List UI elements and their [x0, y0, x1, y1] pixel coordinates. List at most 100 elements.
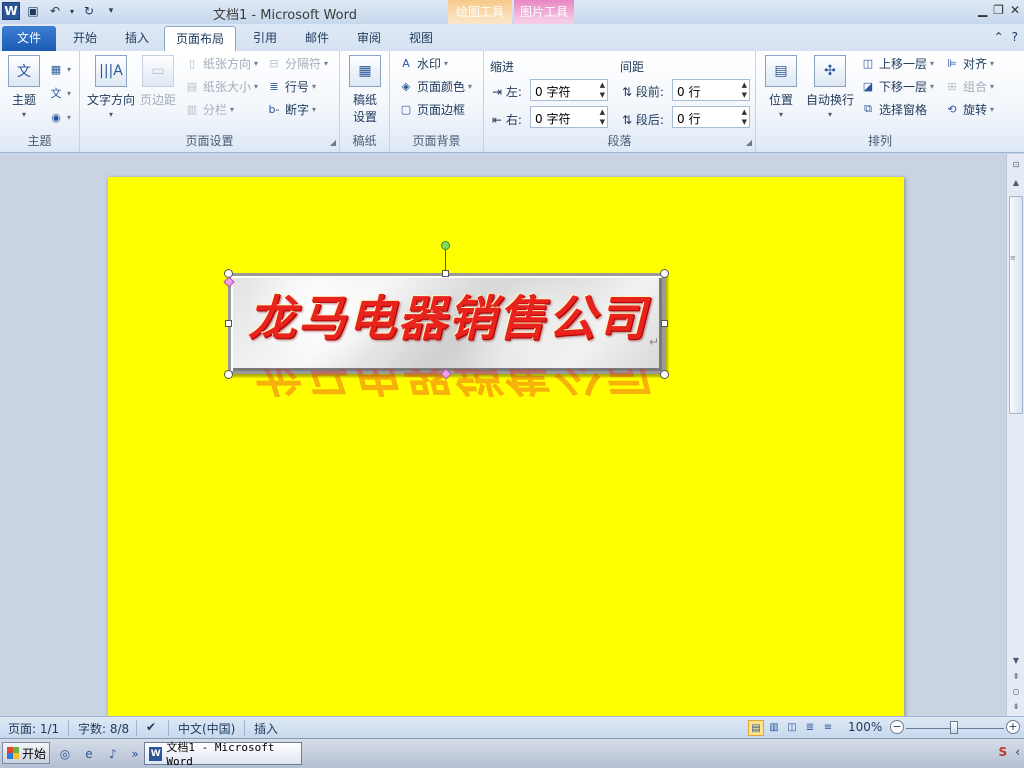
bring-forward-button[interactable]: ◫ 上移一层 ▾: [860, 53, 934, 73]
theme-colors-button[interactable]: ▦ ▾: [48, 59, 71, 79]
previous-page-icon[interactable]: ⇞: [1009, 670, 1023, 684]
text-direction-button[interactable]: |||A 文字方向 ▾: [86, 55, 136, 119]
watermark-button[interactable]: A 水印 ▾: [398, 53, 448, 73]
window-controls: ▁ ❐ ✕: [978, 3, 1020, 17]
spacing-before-input[interactable]: 0 行 ▲ ▼: [672, 79, 750, 101]
rotation-handle[interactable]: [441, 241, 450, 250]
wrap-text-button[interactable]: ✣ 自动换行 ▾: [804, 55, 856, 119]
indent-left-input[interactable]: 0 字符 ▲ ▼: [530, 79, 608, 101]
status-divider: [168, 720, 169, 736]
draft-view-icon[interactable]: ≡: [820, 720, 836, 736]
tray-expand-icon[interactable]: ‹: [1015, 745, 1020, 759]
document-page[interactable]: 龙马电器销售公司 龙马电器销售公司 ↵: [108, 177, 904, 716]
vertical-scrollbar[interactable]: ⊡ ▲ ≡ ▼ ⇞ ○ ⇟: [1006, 154, 1024, 716]
resize-handle-bottom-right[interactable]: [660, 370, 669, 379]
tab-page-layout[interactable]: 页面布局: [164, 26, 236, 51]
wordart-object[interactable]: 龙马电器销售公司 龙马电器销售公司 ↵: [223, 241, 669, 399]
spacing-after-input[interactable]: 0 行 ▲ ▼: [672, 106, 750, 128]
web-layout-icon[interactable]: ◫: [784, 720, 800, 736]
page-count[interactable]: 页面: 1/1: [8, 720, 59, 737]
page-color-button[interactable]: ◈ 页面颜色 ▾: [398, 76, 472, 96]
chevron-down-icon: ▾: [990, 104, 995, 114]
dialog-launcher-icon[interactable]: ◢: [746, 138, 752, 147]
scroll-down-icon[interactable]: ▼: [1009, 654, 1023, 668]
start-button[interactable]: 开始: [2, 742, 50, 764]
rotate-button[interactable]: ⟲ 旋转 ▾: [944, 99, 994, 119]
help-icon[interactable]: ?: [1012, 30, 1018, 44]
insert-mode[interactable]: 插入: [254, 720, 278, 737]
page-borders-button[interactable]: ▢ 页面边框: [398, 99, 465, 119]
document-area[interactable]: 龙马电器销售公司 龙马电器销售公司 ↵: [0, 154, 1006, 716]
resize-handle-right[interactable]: [661, 320, 668, 327]
columns-button[interactable]: ▥ 分栏 ▾: [184, 99, 234, 119]
draft-paper-label-line2: 设置: [352, 110, 377, 124]
group-objects-button[interactable]: ⊞ 组合 ▾: [944, 76, 994, 96]
browse-object-icon[interactable]: ○: [1009, 685, 1023, 699]
internet-explorer-icon[interactable]: e: [80, 745, 98, 763]
zoom-level[interactable]: 100%: [848, 720, 882, 734]
resize-handle-top[interactable]: [442, 270, 449, 277]
themes-button[interactable]: 文 主题 ▾: [6, 55, 42, 119]
restore-icon[interactable]: ❐: [993, 3, 1004, 17]
taskbar-word-window[interactable]: W 文档1 - Microsoft Word: [144, 741, 302, 768]
indent-left-icon: ⇥: [492, 85, 503, 99]
scroll-thumb[interactable]: [1009, 196, 1023, 414]
tab-references[interactable]: 引用: [240, 26, 290, 51]
next-page-icon[interactable]: ⇟: [1009, 700, 1023, 714]
spacing-heading: 间距: [620, 60, 645, 74]
full-screen-reading-icon[interactable]: ▥: [766, 720, 782, 736]
minimize-icon[interactable]: ▁: [978, 3, 987, 17]
wordart-text[interactable]: 龙马电器销售公司: [238, 279, 658, 349]
spinner-arrows-icon[interactable]: ▲ ▼: [600, 80, 605, 100]
group-icon: ⊞: [947, 79, 957, 93]
hyphenation-button[interactable]: b- 断字 ▾: [266, 99, 317, 119]
close-icon[interactable]: ✕: [1010, 3, 1020, 17]
position-button[interactable]: ▤ 位置 ▾: [764, 55, 798, 119]
columns-icon: ▥: [186, 102, 198, 116]
spinner-arrows-icon[interactable]: ▲ ▼: [742, 80, 747, 100]
scroll-up-icon[interactable]: ▲: [1009, 176, 1023, 190]
minimize-ribbon-icon[interactable]: ⌃: [994, 30, 1004, 44]
tab-home[interactable]: 开始: [60, 26, 110, 51]
theme-effects-button[interactable]: ◉ ▾: [48, 107, 71, 127]
proofing-icon[interactable]: ✔: [146, 720, 156, 734]
chevron-down-icon: ▾: [930, 58, 935, 68]
language-indicator[interactable]: 中文(中国): [178, 720, 235, 737]
tab-mailings[interactable]: 邮件: [292, 26, 342, 51]
tab-review[interactable]: 审阅: [344, 26, 394, 51]
align-button[interactable]: ⊫ 对齐 ▾: [944, 53, 994, 73]
quick-launch-more-icon[interactable]: »: [126, 745, 144, 763]
resize-handle-bottom-left[interactable]: [224, 370, 233, 379]
ruler-toggle-icon[interactable]: ⊡: [1009, 158, 1023, 172]
spinner-arrows-icon[interactable]: ▲ ▼: [742, 107, 747, 127]
line-numbers-button[interactable]: ≣ 行号 ▾: [266, 76, 316, 96]
media-player-icon[interactable]: ♪: [104, 745, 122, 763]
group-page-background: A 水印 ▾ ◈ 页面颜色 ▾ ▢ 页面边框 页面背景: [390, 51, 484, 152]
tab-insert[interactable]: 插入: [112, 26, 162, 51]
resize-handle-top-right[interactable]: [660, 269, 669, 278]
spacing-after-label: ⇅ 段后:: [622, 111, 664, 128]
tab-view[interactable]: 视图: [396, 26, 446, 51]
word-count[interactable]: 字数: 8/8: [78, 720, 129, 737]
outline-view-icon[interactable]: ≣: [802, 720, 818, 736]
size-button[interactable]: ▤ 纸张大小 ▾: [184, 76, 258, 96]
theme-fonts-button[interactable]: 文 ▾: [48, 83, 72, 103]
zoom-out-icon[interactable]: −: [890, 720, 904, 734]
spinner-arrows-icon[interactable]: ▲ ▼: [600, 107, 605, 127]
tray-app-icon[interactable]: S: [999, 745, 1008, 759]
zoom-in-icon[interactable]: +: [1006, 720, 1020, 734]
orientation-button[interactable]: ▯ 纸张方向 ▾: [184, 53, 258, 73]
zoom-slider-thumb[interactable]: [950, 721, 958, 734]
dialog-launcher-icon[interactable]: ◢: [330, 138, 336, 147]
tab-file[interactable]: 文件: [2, 26, 56, 51]
resize-handle-left[interactable]: [225, 320, 232, 327]
show-desktop-icon[interactable]: ◎: [56, 745, 74, 763]
indent-right-input[interactable]: 0 字符 ▲ ▼: [530, 106, 608, 128]
draft-paper-button[interactable]: ▦ 稿纸 设置: [348, 55, 382, 125]
selection-pane-button[interactable]: ⧉ 选择窗格: [860, 99, 927, 119]
send-backward-button[interactable]: ◪ 下移一层 ▾: [860, 76, 934, 96]
margins-button[interactable]: ▭ 页边距: [138, 55, 178, 108]
print-layout-icon[interactable]: ▤: [748, 720, 764, 736]
watermark-label: 水印: [417, 56, 442, 71]
breaks-button[interactable]: ⊟ 分隔符 ▾: [266, 53, 328, 73]
